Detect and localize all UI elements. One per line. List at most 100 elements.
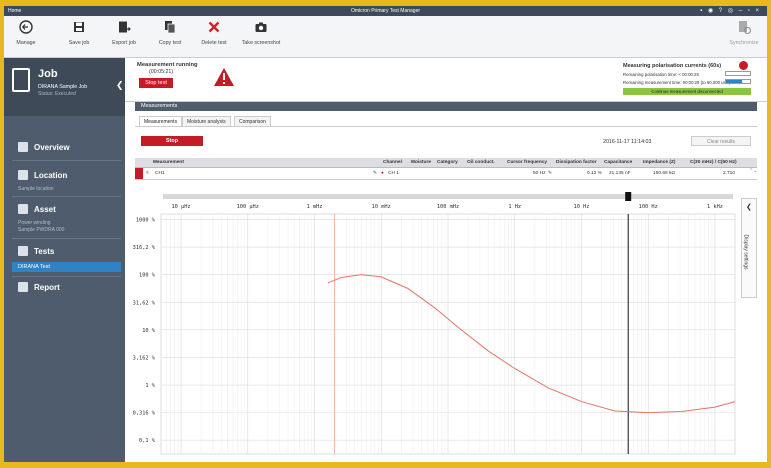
synchronize-label: Synchronize xyxy=(729,40,759,46)
running-time: (00:05:21) xyxy=(149,69,174,75)
tab-comparison[interactable]: Comparison xyxy=(234,116,271,126)
expand-chevron-icon: ❮ xyxy=(746,204,752,211)
stop-test-button[interactable]: Stop test xyxy=(139,78,173,88)
y-tick-label: 10 % xyxy=(142,328,156,334)
table-scroll-arrows[interactable]: ⌃⌄ xyxy=(749,168,757,180)
x-tick-label: 1 Hz xyxy=(508,204,521,210)
main-panel: Measurement running (00:05:21) Stop test… xyxy=(125,58,767,462)
x-tick-label: 10 mHz xyxy=(372,204,391,210)
measurements-section-label: Measurements xyxy=(141,103,178,109)
asset-subtext-2: Sample PWDRA 000 xyxy=(18,227,65,233)
col-dissipation-factor[interactable]: Dissipation factor xyxy=(556,160,597,165)
measurement-datetime: 2016-11-17 11:14:03 xyxy=(603,139,652,145)
y-tick-label: 31,62 % xyxy=(133,300,156,306)
title-bar: Home Omicron Primary Test Manager ▪ ◉ ? … xyxy=(4,6,767,16)
take-screenshot-button[interactable]: Take screenshot xyxy=(238,20,284,46)
y-tick-label: 3,162 % xyxy=(133,355,156,361)
measurements-section-header[interactable]: Measurements xyxy=(135,102,757,111)
manage-button[interactable]: Manage xyxy=(10,20,42,46)
tab-moisture-analysis[interactable]: Moisture analysis xyxy=(182,116,231,126)
test-item-selected[interactable]: DIRANA Test xyxy=(12,262,121,272)
x-tick-label: 100 μHz xyxy=(237,204,259,210)
row-ratio: 2.710 xyxy=(723,171,736,176)
tabs-underline xyxy=(135,126,757,127)
measurement-status-bar: Measurement running (00:05:21) Stop test… xyxy=(125,58,767,102)
window-title: Omicron Primary Test Manager xyxy=(350,8,421,14)
export-icon xyxy=(119,21,131,33)
col-measurement[interactable]: Measurement xyxy=(153,160,184,165)
delete-test-button[interactable]: Delete test xyxy=(197,20,231,46)
job-header: Job DIRANA Sample Job Status: Executed ❮ xyxy=(4,58,125,116)
job-title: Job xyxy=(38,68,58,80)
x-tick-label: 10 Hz xyxy=(574,204,590,210)
nav-overview-label: Overview xyxy=(34,143,70,152)
tab-measurements[interactable]: Measurements xyxy=(139,116,183,126)
polarisation-title: Measuring polarisation currents (60s) xyxy=(623,63,722,69)
chart-svg[interactable]: 1000 % 316,2 % 100 % 31,62 % 10 % 3,162 % 1 % 0… xyxy=(125,192,747,462)
copy-test-label: Copy test xyxy=(158,40,182,46)
polarisation-remaining: Remaining polarisation time: < 00:00:25 xyxy=(623,72,699,77)
polarisation-progress xyxy=(725,71,751,76)
save-job-label: Save job xyxy=(68,40,90,46)
save-job-button[interactable]: Save job xyxy=(64,20,94,46)
divider xyxy=(12,160,121,161)
location-subtext: Sample location xyxy=(18,186,54,192)
zoom-slider-track xyxy=(163,194,733,199)
row-channel: CH 1 xyxy=(388,171,399,176)
asset-icon xyxy=(18,204,28,214)
back-arrow-icon xyxy=(19,20,33,34)
collapse-chevron-icon[interactable]: ❮ xyxy=(116,80,124,91)
warning-icon xyxy=(214,68,234,86)
measurement-table: Measurement Channel Moisture Category Oi… xyxy=(135,158,757,182)
cursor-pencil-icon[interactable]: ✎ xyxy=(548,171,552,176)
frequency-chart[interactable]: 1000 % 316,2 % 100 % 31,62 % 10 % 3,162 % 1 % 0… xyxy=(125,192,747,462)
export-job-label: Export job xyxy=(112,40,136,46)
synchronize-icon xyxy=(739,21,751,34)
take-screenshot-label: Take screenshot xyxy=(241,40,281,46)
display-settings-tab[interactable]: ❮ Display settings xyxy=(741,198,757,298)
col-cursor-frequency[interactable]: Cursor frequency xyxy=(507,160,547,165)
clear-results-button[interactable]: Clear results xyxy=(691,136,751,146)
series-color-swatch xyxy=(135,168,143,179)
synchronize-button[interactable]: Synchronize xyxy=(726,20,762,46)
divider xyxy=(12,276,121,277)
row-dissipation: 0.12 % xyxy=(587,171,602,176)
window-controls[interactable]: ▪ ◉ ? ◎ – ▫ × xyxy=(700,7,761,14)
y-tick-label: 0,316 % xyxy=(133,411,156,417)
table-header: Measurement Channel Moisture Category Oi… xyxy=(135,158,757,168)
delete-x-icon xyxy=(208,21,220,33)
sidebar: Job DIRANA Sample Job Status: Executed ❮… xyxy=(4,58,125,462)
col-impedance[interactable]: Impedance (Z) xyxy=(643,160,676,165)
x-tick-label: 10 μHz xyxy=(171,204,190,210)
divider xyxy=(12,196,121,197)
copy-test-button[interactable]: Copy test xyxy=(154,20,186,46)
export-job-button[interactable]: Export job xyxy=(108,20,140,46)
col-capacitance[interactable]: Capacitance xyxy=(604,160,632,165)
col-ratio[interactable]: C(30 mHz) / C(50 Hz) xyxy=(690,160,737,165)
job-icon xyxy=(12,68,30,92)
row-impedance: 150.68 kΩ xyxy=(653,171,675,176)
col-category[interactable]: Category xyxy=(437,160,458,165)
table-row[interactable]: ≡ CH1 ✎ ● CH 1 50 Hz ✎ 0.12 % 21.135 nF … xyxy=(135,168,757,180)
delete-test-label: Delete test xyxy=(201,40,227,46)
x-tick-label: 100 Hz xyxy=(639,204,658,210)
copy-icon xyxy=(165,21,176,34)
zoom-slider-handle xyxy=(625,192,632,201)
col-oil-conduct[interactable]: Oil conduct. xyxy=(467,160,495,165)
row-cursor-frequency[interactable]: 50 Hz xyxy=(533,171,546,176)
col-channel[interactable]: Channel xyxy=(383,160,402,165)
row-options-icon[interactable]: ≡ xyxy=(146,171,149,176)
measurement-remaining: Remaining measurement time: 00:00:28 (to… xyxy=(623,80,731,85)
x-tick-label: 1 mHz xyxy=(307,204,323,210)
stop-button[interactable]: Stop xyxy=(141,136,203,146)
save-icon xyxy=(74,22,84,32)
tests-icon xyxy=(18,246,28,256)
nav-tests-label: Tests xyxy=(34,247,55,256)
continue-disconnected-button[interactable]: Continue measurement disconnected xyxy=(623,88,751,95)
edit-pencil-icon[interactable]: ✎ xyxy=(373,171,377,176)
y-tick-label: 1000 % xyxy=(136,218,156,224)
nav-location-label: Location xyxy=(34,171,68,180)
row-capacitance: 21.135 nF xyxy=(609,171,631,176)
col-moisture[interactable]: Moisture xyxy=(411,160,431,165)
divider xyxy=(12,238,121,239)
